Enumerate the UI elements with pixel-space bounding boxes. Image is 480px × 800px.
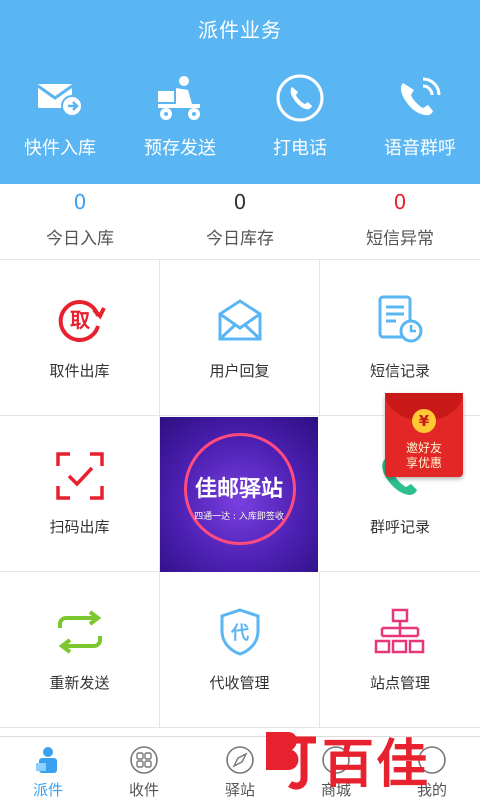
tab-dispatch[interactable]: 派件 xyxy=(0,737,96,800)
stat-value: 0 xyxy=(233,190,247,214)
envelope-scan-icon xyxy=(30,70,90,126)
pickup-icon: 取 xyxy=(52,292,108,348)
tab-label: 驿站 xyxy=(224,781,255,799)
quick-action-label: 打电话 xyxy=(273,138,327,159)
grid-item-user-reply[interactable]: 用户回复 xyxy=(160,260,320,416)
promo-banner[interactable]: 佳邮驿站 四通一达 : 入库即签收 xyxy=(160,417,318,573)
grid-item-label: 群呼记录 xyxy=(369,518,430,536)
quick-action-call[interactable]: 打电话 xyxy=(240,70,360,160)
grid-item-label: 短信记录 xyxy=(369,362,430,380)
stat-value: 0 xyxy=(393,190,407,214)
phone-broadcast-icon xyxy=(390,70,450,126)
grid-apps-icon xyxy=(128,745,160,775)
quick-action-group-call[interactable]: 语音群呼 xyxy=(360,70,480,160)
grid-item-resend[interactable]: 重新发送 xyxy=(0,572,160,728)
page-title: 派件业务 xyxy=(198,18,282,42)
proxy-shield-icon: 代 xyxy=(212,604,268,660)
quick-action-label: 语音群呼 xyxy=(384,138,456,159)
svg-text:代: 代 xyxy=(230,623,249,644)
stats-bar: 0 今日入库 0 今日库存 0 短信异常 xyxy=(0,184,480,260)
stat-sms-error[interactable]: 0 短信异常 xyxy=(320,184,480,259)
watermark-bj-icon xyxy=(266,732,316,790)
quick-action-presend[interactable]: 预存发送 xyxy=(120,70,240,160)
watermark-text: 百佳 xyxy=(322,734,431,795)
stat-today-inbound[interactable]: 0 今日入库 xyxy=(0,184,160,259)
invite-red-packet[interactable]: ¥ 邀好友 享优惠 xyxy=(385,393,463,477)
grid-item-station-manage[interactable]: 站点管理 xyxy=(320,572,480,728)
quick-action-label: 预存发送 xyxy=(144,138,216,159)
tab-receive[interactable]: 收件 xyxy=(96,737,192,800)
grid-item-label: 代收管理 xyxy=(209,674,270,692)
header-bar: 派件业务 快件入库 预存发送 打电话 语音群呼 xyxy=(0,0,480,184)
mail-icon xyxy=(212,292,268,348)
tab-label: 收件 xyxy=(128,781,159,799)
stat-today-stock[interactable]: 0 今日库存 xyxy=(160,184,320,259)
stat-label: 短信异常 xyxy=(366,229,434,249)
stat-value: 0 xyxy=(73,190,87,214)
promo-slogan: 四通一达 : 入库即签收 xyxy=(194,512,284,522)
quick-actions: 快件入库 预存发送 打电话 语音群呼 xyxy=(0,70,480,160)
scan-icon xyxy=(52,448,108,504)
station-org-icon xyxy=(372,604,428,660)
quick-action-label: 快件入库 xyxy=(24,138,96,159)
red-packet-line2: 享优惠 xyxy=(405,456,442,470)
svg-text:取: 取 xyxy=(70,308,90,332)
grid-item-proxy-manage[interactable]: 代 代收管理 xyxy=(160,572,320,728)
grid-item-label: 扫码出库 xyxy=(49,518,110,536)
function-grid: 取 取件出库 用户回复 短信记录 扫码出库 佳邮驿站 四通一达: 入库即签收 … xyxy=(0,260,480,736)
grid-item-label: 取件出库 xyxy=(49,362,110,380)
phone-icon xyxy=(270,70,330,126)
grid-item-pickup-out[interactable]: 取 取件出库 xyxy=(0,260,160,416)
resend-icon xyxy=(52,604,108,660)
red-packet-line1: 邀好友 xyxy=(405,441,442,455)
red-packet-text: 邀好友 享优惠 xyxy=(385,441,463,471)
compass-icon xyxy=(224,745,256,775)
courier-scooter-icon xyxy=(150,70,210,126)
courier-icon xyxy=(32,745,64,775)
stat-label: 今日入库 xyxy=(46,229,114,249)
promo-brand: 佳邮驿站 xyxy=(194,477,283,502)
watermark-logo: 百佳 xyxy=(262,718,462,800)
stat-label: 今日库存 xyxy=(206,229,274,249)
grid-item-label: 重新发送 xyxy=(49,674,110,692)
grid-item-label: 用户回复 xyxy=(209,362,270,380)
grid-item-scan-out[interactable]: 扫码出库 xyxy=(0,416,160,572)
quick-action-inbound[interactable]: 快件入库 xyxy=(0,70,120,160)
yuan-coin-icon: ¥ xyxy=(412,409,436,433)
grid-item-label: 站点管理 xyxy=(369,674,430,692)
tab-label: 派件 xyxy=(32,781,63,799)
sms-record-icon xyxy=(372,292,428,348)
